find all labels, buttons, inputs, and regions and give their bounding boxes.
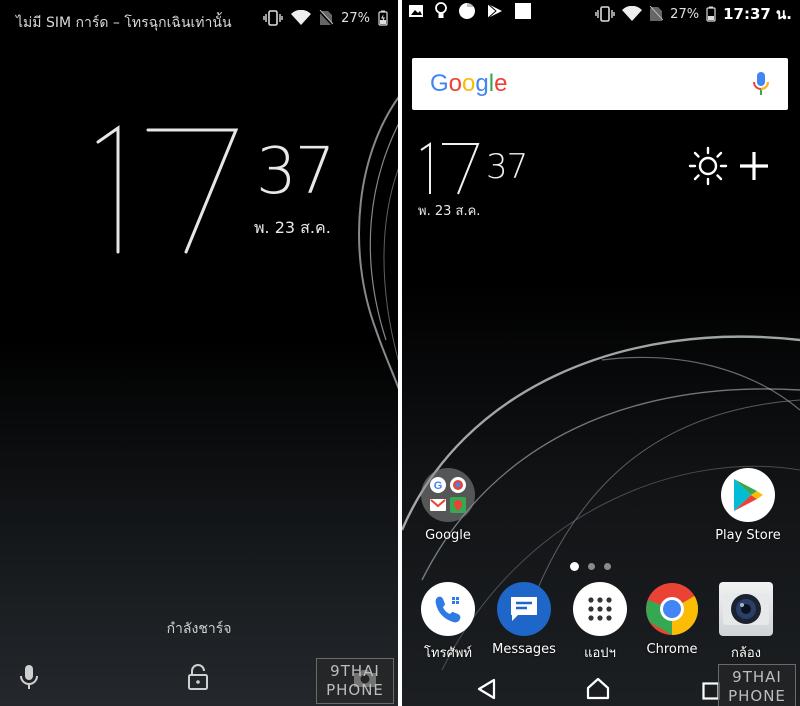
- page-dot-active: [570, 562, 579, 571]
- app-camera[interactable]: กล้อง: [706, 582, 786, 663]
- lock-screen: ไม่มี SIM การ์ด – โทรฉุกเฉินเท่านั้น 27%: [0, 0, 398, 706]
- app-play-store[interactable]: Play Store: [708, 468, 788, 543]
- google-search-bar[interactable]: Google: [412, 58, 788, 110]
- battery-percent: 27%: [341, 10, 370, 26]
- app-label: Chrome: [646, 642, 698, 657]
- back-icon[interactable]: [476, 678, 496, 700]
- page-indicator: [570, 562, 611, 571]
- lock-date: พ. 23 ส.ค.: [254, 218, 331, 237]
- wifi-icon: [622, 6, 643, 21]
- lock-status-bar: ไม่มี SIM การ์ด – โทรฉุกเฉินเท่านั้น 27%: [0, 10, 398, 34]
- svg-text:G: G: [434, 480, 443, 492]
- charging-status: กำลังชาร์จ: [166, 621, 232, 637]
- add-widget-icon[interactable]: [738, 150, 770, 182]
- app-label: กล้อง: [731, 646, 761, 661]
- messages-icon: [497, 582, 551, 636]
- battery-percent: 27%: [670, 6, 700, 22]
- mic-icon[interactable]: [18, 664, 40, 690]
- app-chrome[interactable]: Chrome: [632, 582, 712, 657]
- home-icon[interactable]: [586, 676, 610, 700]
- lightbulb-icon: [435, 2, 447, 18]
- page-dot: [604, 563, 611, 570]
- app-label: Messages: [492, 642, 556, 657]
- lock-clock-hours: [96, 125, 239, 254]
- home-clock-hours: [420, 142, 480, 195]
- home-screen: 27% 17:37 น. Google 17 37 พ. 23 ส.ค.: [402, 0, 800, 706]
- google-logo: Google: [430, 70, 507, 98]
- app-label: Play Store: [715, 528, 781, 543]
- battery-charging-icon: [706, 6, 716, 22]
- google-folder-icon: G: [421, 468, 475, 522]
- carrier-text: ไม่มี SIM การ์ด – โทรฉุกเฉินเท่านั้น: [16, 15, 232, 31]
- app-drawer-icon: [573, 582, 627, 636]
- no-sim-icon: [319, 10, 334, 26]
- app-label: โทรศัพท์: [424, 646, 472, 661]
- app-label: แอปฯ: [584, 646, 616, 661]
- wifi-icon: [291, 10, 312, 25]
- chrome-icon: [645, 582, 699, 636]
- lock-clock-minutes: 37: [256, 135, 335, 209]
- google-logo-text: Google: [430, 70, 508, 97]
- unlock-icon[interactable]: [186, 664, 210, 690]
- battery-charging-icon: [378, 10, 388, 26]
- watermark-left: 9THAI PHONE: [316, 658, 394, 704]
- vibrate-icon: [263, 10, 283, 26]
- status-time: 17:37 น.: [723, 5, 792, 23]
- home-status-bar: 27% 17:37 น.: [402, 0, 800, 24]
- watermark-right: 9THAI PHONE: [718, 664, 796, 706]
- play-store-notification-icon: [487, 3, 502, 19]
- app-phone[interactable]: โทรศัพท์: [408, 582, 488, 663]
- chrome-notification-icon: [459, 2, 475, 19]
- image-notification-icon: [409, 5, 423, 17]
- home-clock-minutes: 37: [486, 147, 528, 187]
- voice-search-mic-icon[interactable]: [752, 71, 770, 97]
- vibrate-icon: [595, 6, 615, 22]
- weather-sun-icon[interactable]: [688, 146, 728, 186]
- phone-icon: [421, 582, 475, 636]
- app-label: Google: [425, 528, 471, 543]
- app-drawer[interactable]: แอปฯ: [560, 582, 640, 663]
- no-sim-icon: [649, 6, 664, 21]
- app-messages[interactable]: Messages: [484, 582, 564, 657]
- app-google-folder[interactable]: G Google: [408, 468, 488, 543]
- page-dot: [588, 563, 595, 570]
- home-date: พ. 23 ส.ค.: [418, 204, 481, 219]
- camera-app-icon: [719, 582, 773, 636]
- play-store-icon: [721, 468, 775, 522]
- square-notification-icon: [515, 3, 531, 19]
- wallpaper-swirl: [358, 96, 398, 390]
